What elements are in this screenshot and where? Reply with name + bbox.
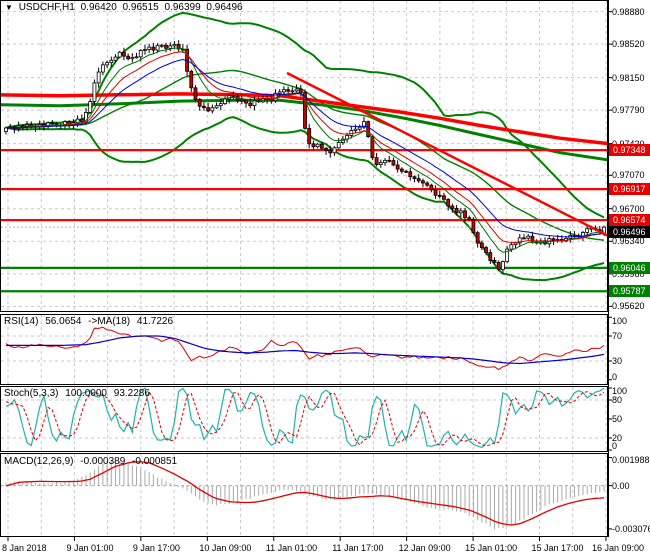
rsi-ma-value: 41.7226 [136, 316, 174, 327]
stoch-tick-label: 0 [612, 441, 618, 451]
rsi-ma-name: ->MA(18) [88, 316, 131, 327]
ohlc-high: 0.96515 [122, 2, 159, 13]
time-axis-label: 11 Jan 17:00 [332, 543, 384, 553]
rsi-value: 56.0654 [45, 316, 82, 327]
resistance-price-box: 0.97348 [609, 144, 650, 157]
resistance-price-box: 0.96574 [609, 214, 650, 227]
time-axis-label: 12 Jan 09:00 [398, 543, 451, 553]
time-axis-label: 15 Jan 01:00 [465, 543, 518, 553]
resistance-price-box: 0.96917 [609, 183, 650, 196]
macd-tick-label: 0.001988 [612, 455, 650, 465]
time-axis-label: 10 Jan 09:00 [199, 543, 252, 553]
symbol-dropdown-icon[interactable]: ▼ [5, 3, 13, 12]
price-tick-label: 0.98520 [612, 39, 645, 50]
symbol-label: USDCHF,H1 [18, 2, 75, 13]
price-tick-label: 0.97790 [612, 105, 645, 116]
time-axis-label: 15 Jan 17:00 [531, 543, 584, 553]
rsi-tick-label: 0 [612, 372, 618, 382]
stoch-value: 100.0000 [65, 388, 107, 399]
ohlc-open: 0.96420 [80, 2, 117, 13]
price-tick-label: 0.98880 [612, 6, 645, 17]
ohlc-low: 0.96399 [164, 2, 201, 13]
stoch-tick-label: 50 [612, 413, 623, 424]
stoch-name: Stoch(5,3,3) [4, 388, 59, 399]
price-tick-label: 0.95620 [612, 301, 645, 312]
time-axis-label: 8 Jan 2018 [2, 543, 47, 553]
macd-tick-label: 0.00 [612, 480, 630, 491]
time-axis-label: 9 Jan 17:00 [132, 543, 180, 553]
chart-canvas[interactable] [0, 0, 650, 560]
time-axis-label: 16 Jan 09:00 [592, 543, 645, 553]
rsi-panel-label: RSI(14) 56.0654 ->MA(18) 41.7226 [4, 316, 177, 328]
trading-chart-window: ▼ USDCHF,H1 0.96420 0.96515 0.96399 0.96… [0, 0, 650, 560]
chart-header: ▼ USDCHF,H1 0.96420 0.96515 0.96399 0.96… [5, 2, 246, 14]
support-price-box: 0.96046 [609, 261, 650, 274]
support-price-box: 0.95787 [609, 285, 650, 298]
current-price-box: 0.96496 [609, 226, 650, 239]
rsi-tick-label: 30 [612, 356, 623, 366]
macd-name: MACD(12,26,9) [4, 456, 74, 467]
price-tick-label: 0.98150 [612, 72, 645, 83]
time-axis-label: 9 Jan 01:00 [66, 543, 114, 553]
stoch-signal-value: 93.2286 [113, 388, 150, 399]
stoch-tick-label: 80 [612, 395, 623, 405]
stoch-panel-label: Stoch(5,3,3) 100.0000 93.2286 [4, 388, 154, 400]
price-tick-label: 0.97070 [612, 170, 645, 181]
rsi-tick-label: 70 [612, 331, 623, 341]
time-axis-label: 11 Jan 01:00 [265, 543, 318, 553]
macd-tick-label: -0.003076 [612, 523, 650, 534]
rsi-name: RSI(14) [4, 316, 39, 327]
rsi-tick-label: 100 [612, 316, 628, 326]
macd-signal-value: -0.000851 [132, 456, 178, 467]
price-tick-label: 0.96700 [612, 203, 645, 214]
ohlc-close: 0.96496 [206, 2, 243, 13]
macd-value: -0.000389 [80, 456, 126, 467]
macd-panel-label: MACD(12,26,9) -0.000389 -0.000851 [4, 456, 181, 468]
